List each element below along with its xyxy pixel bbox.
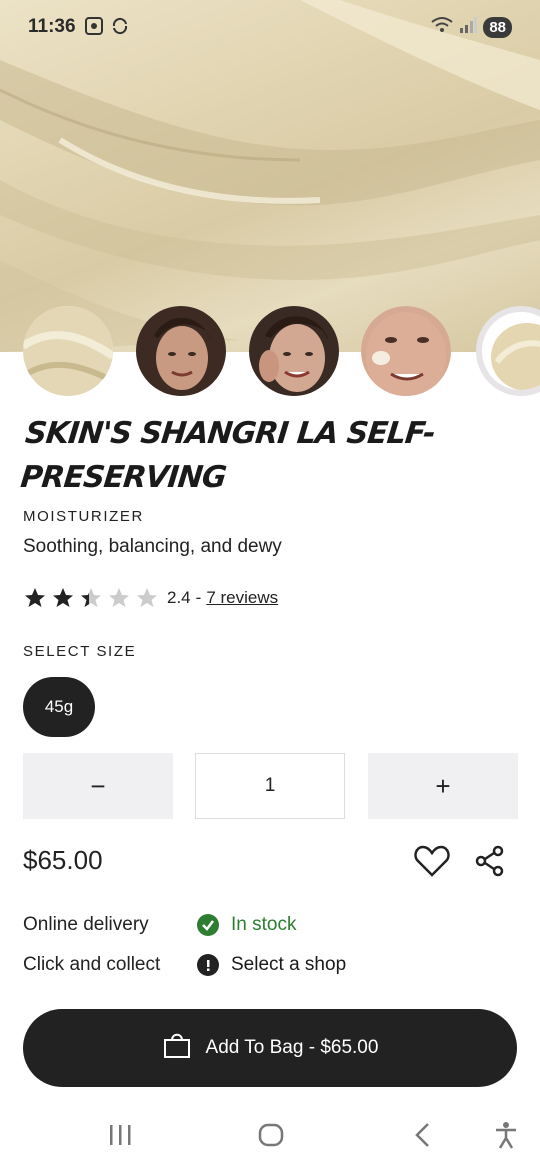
product-price: $65.00 — [23, 845, 103, 875]
select-shop-link[interactable]: Select a shop — [231, 954, 346, 976]
back-icon[interactable] — [410, 1120, 434, 1155]
sync-icon — [110, 16, 130, 41]
star-rating — [23, 586, 159, 610]
star-partial-icon — [81, 588, 101, 607]
screenshot-icon — [84, 16, 104, 41]
product-category: MOISTURIZER — [23, 508, 144, 525]
home-icon[interactable] — [257, 1120, 285, 1155]
reviews-link[interactable]: 7 reviews — [206, 588, 278, 608]
accessibility-icon[interactable] — [493, 1120, 519, 1155]
product-title: SKIN'S SHANGRI LA SELF-PRESERVING — [18, 416, 437, 495]
wifi-icon — [431, 16, 453, 39]
thumbnail-model-1[interactable] — [136, 306, 226, 396]
quantity-input[interactable]: 1 — [195, 753, 345, 819]
signal-icon — [459, 17, 478, 38]
image-thumbnail-carousel[interactable] — [0, 306, 540, 398]
battery-indicator: 88 — [483, 17, 512, 38]
rating-value: 2.4 — [167, 588, 191, 607]
share-icon[interactable] — [474, 844, 506, 883]
status-time: 11:36 — [28, 16, 76, 37]
star-full-icon — [25, 588, 45, 607]
thumbnail-model-2[interactable] — [249, 306, 339, 396]
availability-online: Online delivery In stock — [23, 914, 296, 936]
recent-apps-icon[interactable] — [108, 1120, 132, 1155]
star-full-icon — [53, 588, 73, 607]
availability-label: Click and collect — [23, 954, 161, 975]
wishlist-heart-icon[interactable] — [414, 844, 450, 883]
availability-label: Online delivery — [23, 914, 149, 935]
availability-status: In stock — [231, 914, 297, 935]
star-empty-icon — [137, 588, 157, 607]
size-label: SELECT SIZE — [23, 643, 137, 660]
check-circle-icon — [197, 914, 219, 936]
rating-row: 2.4 - 7 reviews — [23, 586, 278, 610]
thumbnail-texture-partial[interactable] — [476, 306, 540, 396]
star-empty-icon — [109, 588, 129, 607]
availability-click-collect: Click and collect Select a shop — [23, 954, 346, 976]
product-tagline: Soothing, balancing, and dewy — [23, 536, 282, 557]
quantity-increase-button[interactable]: + — [368, 753, 518, 819]
thumbnail-texture[interactable] — [23, 306, 113, 396]
thumbnail-model-3[interactable] — [361, 306, 451, 396]
add-to-bag-button[interactable]: Add To Bag - $65.00 — [23, 1009, 517, 1087]
alert-circle-icon — [197, 954, 219, 976]
system-navigation-bar — [0, 1110, 540, 1170]
add-to-bag-label: Add To Bag - $65.00 — [205, 1037, 379, 1058]
size-option-45g[interactable]: 45g — [23, 677, 95, 737]
quantity-decrease-button[interactable]: − — [23, 753, 173, 819]
shopping-bag-icon — [162, 1031, 192, 1065]
status-bar: 11:36 88 — [0, 0, 540, 56]
rating-separator: - — [195, 588, 202, 607]
